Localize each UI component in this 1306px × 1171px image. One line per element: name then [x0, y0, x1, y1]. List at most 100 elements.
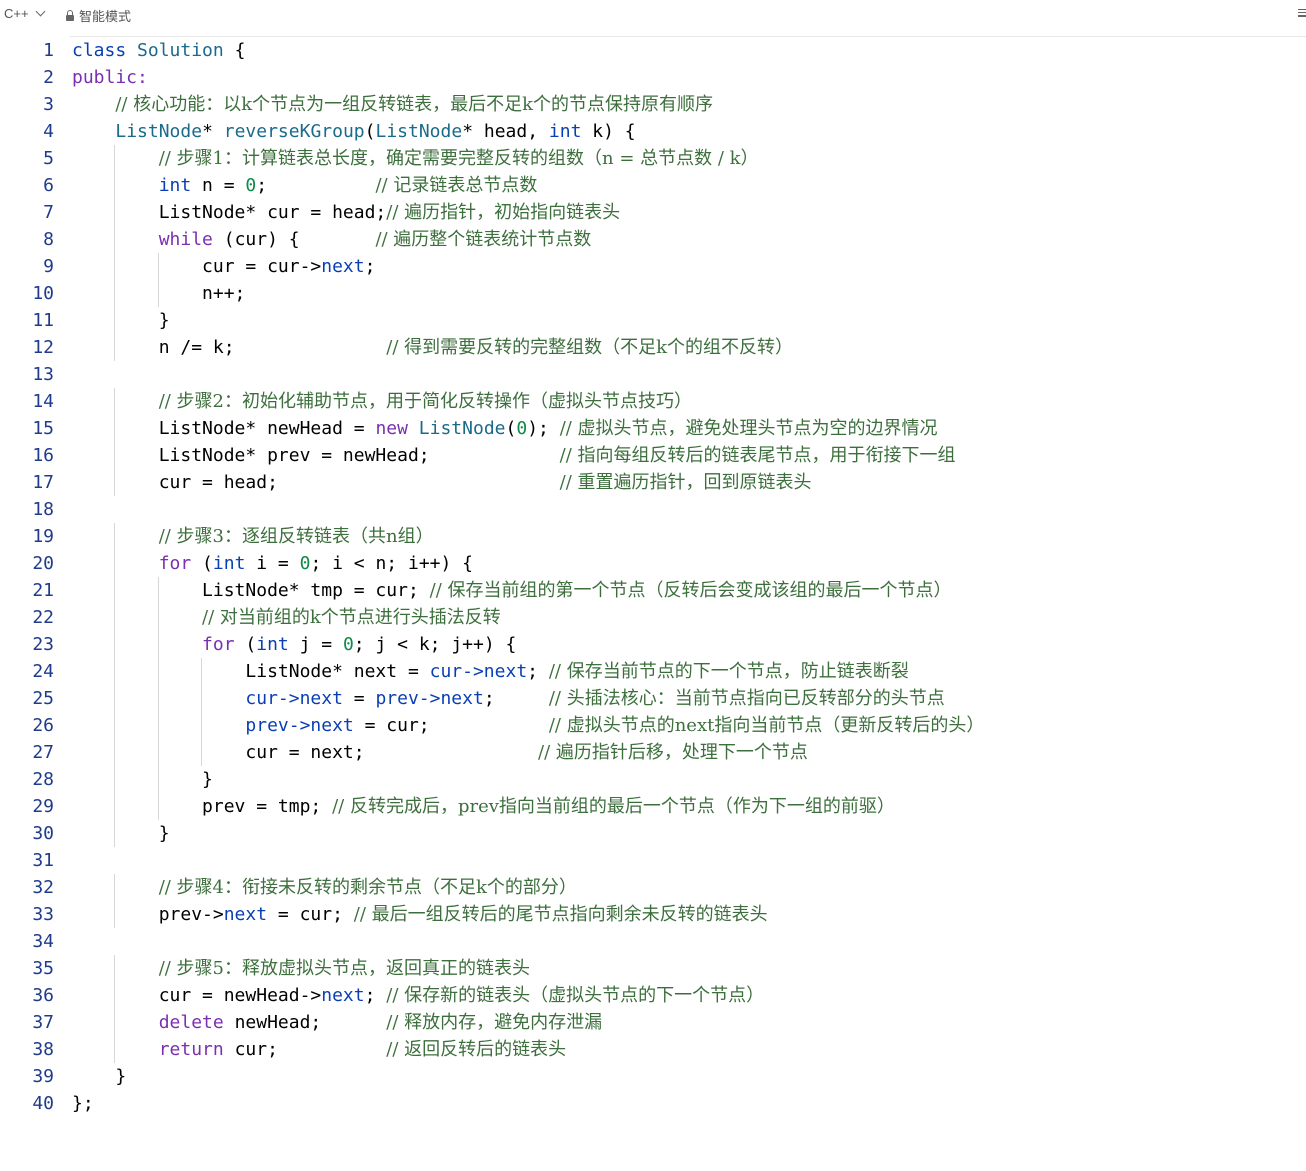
- code-line[interactable]: 11 }: [0, 307, 1306, 334]
- line-number: 34: [32, 931, 54, 952]
- code-line[interactable]: 16 ListNode* prev = newHead; // 指向每组反转后的…: [0, 442, 1306, 469]
- code-line[interactable]: 13: [0, 361, 1306, 388]
- line-number: 30: [32, 823, 54, 844]
- code-line[interactable]: 19 // 步骤3：逐组反转链表（共n组）: [0, 523, 1306, 550]
- line-number: 11: [32, 310, 54, 331]
- code-line[interactable]: 26 prev->next = cur; // 虚拟头节点的next指向当前节点…: [0, 712, 1306, 739]
- code-line[interactable]: 37 delete newHead; // 释放内存，避免内存泄漏: [0, 1009, 1306, 1036]
- code-line[interactable]: 24 ListNode* next = cur->next; // 保存当前节点…: [0, 658, 1306, 685]
- code-line[interactable]: 12 n /= k; // 得到需要反转的完整组数（不足k个的组不反转）: [0, 334, 1306, 361]
- code-line[interactable]: 38 return cur; // 返回反转后的链表头: [0, 1036, 1306, 1063]
- code-line[interactable]: 17 cur = head; // 重置遍历指针，回到原链表头: [0, 469, 1306, 496]
- line-number: 14: [32, 391, 54, 412]
- code-token: prev = tmp;: [72, 796, 333, 817]
- code-line[interactable]: 20 for (int i = 0; i < n; i++) {: [0, 550, 1306, 577]
- line-number: 26: [32, 715, 54, 736]
- code-line[interactable]: 32 // 步骤4：衔接未反转的剩余节点（不足k个的部分）: [0, 874, 1306, 901]
- code-line[interactable]: 21 ListNode* tmp = cur; // 保存当前组的第一个节点（反…: [0, 577, 1306, 604]
- code-token: *: [202, 121, 224, 142]
- line-number: 7: [43, 202, 54, 223]
- code-text: return cur; // 返回反转后的链表头: [72, 1036, 566, 1063]
- code-line[interactable]: 4 ListNode* reverseKGroup(ListNode* head…: [0, 118, 1306, 145]
- code-token: for: [202, 634, 235, 655]
- code-token: int: [212, 553, 246, 574]
- code-token: ListNode* tmp = cur;: [72, 580, 430, 601]
- code-line[interactable]: 10 n++;: [0, 280, 1306, 307]
- code-text: n++;: [72, 280, 245, 307]
- code-token: return: [158, 1039, 224, 1060]
- line-number: 38: [32, 1039, 54, 1060]
- code-token: 0: [245, 175, 257, 196]
- code-line[interactable]: 36 cur = newHead->next; // 保存新的链表头（虚拟头节点…: [0, 982, 1306, 1009]
- code-line[interactable]: 29 prev = tmp; // 反转完成后，prev指向当前组的最后一个节点…: [0, 793, 1306, 820]
- code-line[interactable]: 35 // 步骤5：释放虚拟头节点，返回真正的链表头: [0, 955, 1306, 982]
- code-token: // 保存新的链表头（虚拟头节点的下一个节点）: [386, 985, 765, 1006]
- code-line[interactable]: 5 // 步骤1：计算链表总长度，确定需要完整反转的组数（n = 总节点数 / …: [0, 145, 1306, 172]
- code-line[interactable]: 6 int n = 0; // 记录链表总节点数: [0, 172, 1306, 199]
- code-token: cur = next;: [72, 742, 538, 763]
- code-token: // 步骤2：初始化辅助节点，用于简化反转操作（虚拟头节点技巧）: [158, 391, 693, 412]
- code-text: ListNode* prev = newHead; // 指向每组反转后的链表尾…: [72, 442, 956, 469]
- language-selector[interactable]: C++: [4, 6, 46, 21]
- code-line[interactable]: 25 cur->next = prev->next; // 头插法核心：当前节点…: [0, 685, 1306, 712]
- code-line[interactable]: 27 cur = next; // 遍历指针后移，处理下一个节点: [0, 739, 1306, 766]
- code-token: // 步骤3：逐组反转链表（共n组）: [158, 526, 434, 547]
- code-token: ; j < k; j++) {: [353, 634, 517, 655]
- code-token: 0: [299, 553, 311, 574]
- code-token: reverseKGroup: [223, 121, 365, 142]
- code-token: cur->next: [245, 688, 343, 709]
- code-token: // 虚拟头节点，避免处理头节点为空的边界情况: [559, 418, 938, 439]
- code-line[interactable]: 30 }: [0, 820, 1306, 847]
- code-text: while (cur) { // 遍历整个链表统计节点数: [72, 226, 592, 253]
- line-number: 37: [32, 1012, 54, 1033]
- code-line[interactable]: 34: [0, 928, 1306, 955]
- code-token: cur = cur->: [72, 256, 322, 277]
- code-line[interactable]: 3 // 核心功能：以k个节点为一组反转链表，最后不足k个的节点保持原有顺序: [0, 91, 1306, 118]
- code-line[interactable]: 28 }: [0, 766, 1306, 793]
- code-token: ListNode: [418, 418, 506, 439]
- code-text: ListNode* newHead = new ListNode(0); // …: [72, 415, 938, 442]
- code-editor[interactable]: 1 class Solution {2 public: 3 // 核心功能：以k个节点…: [0, 37, 1306, 1117]
- code-token: {: [223, 40, 246, 61]
- code-line[interactable]: 22 // 对当前组的k个节点进行头插法反转: [0, 604, 1306, 631]
- code-token: // 虚拟头节点的next指向当前节点（更新反转后的头）: [548, 715, 985, 736]
- code-token: next: [321, 985, 365, 1006]
- code-line[interactable]: 15 ListNode* newHead = new ListNode(0); …: [0, 415, 1306, 442]
- code-line[interactable]: 14 // 步骤2：初始化辅助节点，用于简化反转操作（虚拟头节点技巧）: [0, 388, 1306, 415]
- code-token: ;: [527, 661, 549, 682]
- code-line[interactable]: 33 prev->next = cur; // 最后一组反转后的尾节点指向剩余未…: [0, 901, 1306, 928]
- line-number: 12: [32, 337, 54, 358]
- code-line[interactable]: 7 ListNode* cur = head;// 遍历指针，初始指向链表头: [0, 199, 1306, 226]
- code-line[interactable]: 39 }: [0, 1063, 1306, 1090]
- code-text: ListNode* tmp = cur; // 保存当前组的第一个节点（反转后会…: [72, 577, 951, 604]
- code-line[interactable]: 9 cur = cur->next;: [0, 253, 1306, 280]
- line-number: 13: [32, 364, 54, 385]
- code-token: cur->next: [429, 661, 528, 682]
- code-token: ListNode* newHead =: [72, 418, 376, 439]
- code-line[interactable]: 2 public:: [0, 64, 1306, 91]
- menu-icon[interactable]: [1298, 7, 1306, 19]
- line-number: 19: [32, 526, 54, 547]
- line-number: 17: [32, 472, 54, 493]
- code-token: // 遍历指针后移，处理下一个节点: [538, 742, 808, 763]
- code-token: n =: [191, 175, 246, 196]
- code-line[interactable]: 8 while (cur) { // 遍历整个链表统计节点数: [0, 226, 1306, 253]
- code-token: n /= k;: [72, 337, 387, 358]
- code-token: prev->next: [245, 715, 354, 736]
- code-text: cur = next; // 遍历指针后移，处理下一个节点: [72, 739, 808, 766]
- code-line[interactable]: 31: [0, 847, 1306, 874]
- code-token: public:: [72, 67, 148, 88]
- code-line[interactable]: 23 for (int j = 0; j < k; j++) {: [0, 631, 1306, 658]
- line-number: 10: [32, 283, 54, 304]
- code-token: 0: [342, 634, 354, 655]
- code-line[interactable]: 40};: [0, 1090, 1306, 1117]
- code-line[interactable]: 1 class Solution {: [0, 37, 1306, 64]
- code-token: prev->: [72, 904, 224, 925]
- code-line[interactable]: 18: [0, 496, 1306, 523]
